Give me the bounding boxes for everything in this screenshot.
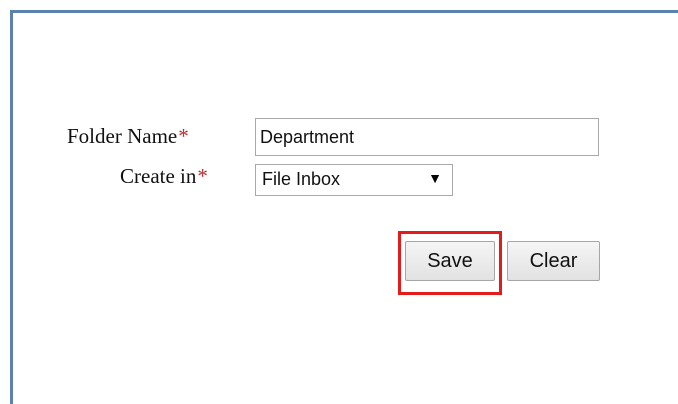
folder-name-input[interactable]: Department [255,118,599,156]
folder-name-value: Department [260,127,355,147]
create-in-label-text: Create in [120,164,197,188]
required-marker: * [197,164,208,188]
frame-border-left [10,10,13,404]
folder-name-label: Folder Name* [67,124,189,149]
clear-button[interactable]: Clear [507,241,600,281]
clear-button-label: Clear [529,249,578,272]
save-button-label: Save [427,249,473,272]
dropdown-arrow-icon: ▼ [428,170,442,186]
create-in-selected-value: File Inbox [262,169,341,189]
required-marker: * [178,124,189,148]
save-button[interactable]: Save [405,241,495,281]
folder-name-label-text: Folder Name [67,124,178,148]
create-in-select[interactable]: File Inbox ▼ [255,164,453,196]
frame-border-top [10,10,678,13]
create-in-label: Create in* [120,164,208,189]
